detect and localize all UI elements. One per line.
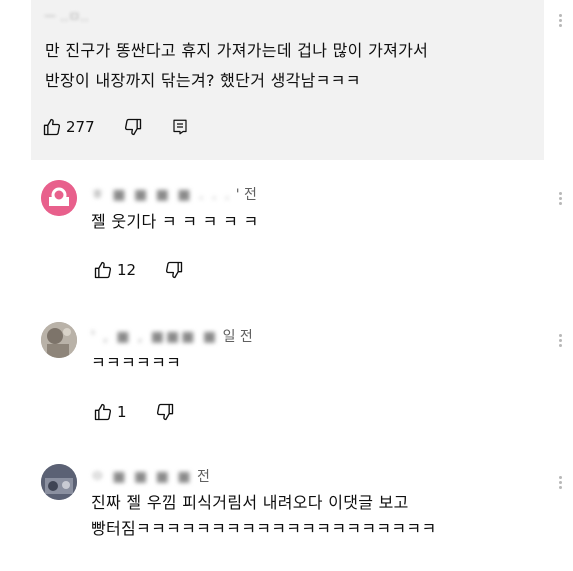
reply-time: ' 전 xyxy=(235,187,257,203)
reply-text-line-2: 빵터짐ㅋㅋㅋㅋㅋㅋㅋㅋㅋㅋㅋㅋㅋㅋㅋㅋㅋㅋㅋㅋ xyxy=(91,519,437,538)
thumbs-down-icon xyxy=(166,261,183,279)
reply-time: 일 전 xyxy=(222,329,253,345)
avatar[interactable] xyxy=(41,322,77,358)
parent-more-icon[interactable] xyxy=(559,12,563,29)
thumbs-up-icon xyxy=(94,403,112,421)
reply-meta: ' , ■ , ■■■ ■ 일 전 xyxy=(91,326,253,346)
thumbs-up-icon xyxy=(43,118,61,136)
comment-icon xyxy=(173,119,187,135)
reply-author[interactable]: ' , ■ , ■■■ ■ xyxy=(91,329,218,345)
reply-text: 진짜 젤 우낌 피식거림서 내려오다 이댓글 보고 빵터짐ㅋㅋㅋㅋㅋㅋㅋㅋㅋㅋㅋ… xyxy=(91,490,436,542)
more-icon[interactable] xyxy=(559,190,563,207)
parent-text-line-2: 반장이 내장까지 닦는겨? 했단거 생각남ㅋㅋㅋ xyxy=(45,71,361,90)
like-count: 12 xyxy=(117,261,137,279)
avatar[interactable] xyxy=(41,180,77,216)
like-count: 1 xyxy=(117,403,127,421)
avatar-image-icon xyxy=(41,322,77,358)
thumbs-down-icon xyxy=(156,403,173,421)
reply-time: 전 xyxy=(197,469,210,485)
parent-author: ㅡ ..ㅁ.. xyxy=(44,10,89,25)
reply-meta: ㅇ ■ ■ ■ ■ 전 xyxy=(91,466,210,486)
reply-actions: 12 xyxy=(93,260,212,280)
like-button[interactable]: 1 xyxy=(93,402,127,422)
parent-dislike-button[interactable] xyxy=(123,117,143,137)
person-icon xyxy=(41,180,77,216)
avatar[interactable] xyxy=(41,464,77,500)
thumbs-down-icon xyxy=(124,118,141,136)
dislike-button[interactable] xyxy=(164,260,184,280)
avatar-image-icon xyxy=(41,464,77,500)
more-icon[interactable] xyxy=(559,474,563,491)
parent-comment: ㅡ ..ㅁ.. 만 진구가 똥싼다고 휴지 가져가는데 겁나 많이 가져가서 반… xyxy=(31,0,544,160)
parent-actions: 277 xyxy=(42,117,217,137)
reply-text: ㅋㅋㅋㅋㅋㅋ xyxy=(91,353,182,372)
parent-text-line-1: 만 진구가 똥싼다고 휴지 가져가는데 겁나 많이 가져가서 xyxy=(45,41,429,60)
reply-author[interactable]: ㅎ ■ ■ ■ ■ . . . xyxy=(91,184,231,204)
reply-text-line-1: 진짜 젤 우낌 피식거림서 내려오다 이댓글 보고 xyxy=(91,493,409,512)
parent-comment-text: 만 진구가 똥싼다고 휴지 가져가는데 겁나 많이 가져가서 반장이 내장까지 … xyxy=(45,36,535,96)
reply-text: 젤 웃기다 ㅋ ㅋ ㅋ ㅋ ㅋ xyxy=(91,212,259,231)
reply-author[interactable]: ㅇ ■ ■ ■ ■ xyxy=(91,466,193,486)
like-button[interactable]: 12 xyxy=(93,260,136,280)
reply-meta: ㅎ ■ ■ ■ ■ . . . ' 전 xyxy=(91,184,257,204)
parent-like-count: 277 xyxy=(66,118,95,136)
reply-actions: 1 xyxy=(93,402,203,422)
thumbs-up-icon xyxy=(94,261,112,279)
more-icon[interactable] xyxy=(559,332,563,349)
dislike-button[interactable] xyxy=(155,402,175,422)
parent-reply-button[interactable] xyxy=(171,118,189,136)
parent-like-button[interactable]: 277 xyxy=(42,117,95,137)
